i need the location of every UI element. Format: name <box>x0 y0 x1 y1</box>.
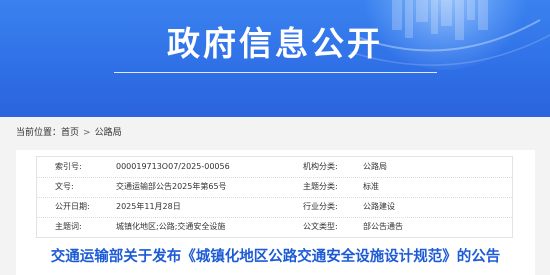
banner-divider <box>114 72 437 73</box>
index-label: 索引号: <box>55 162 82 171</box>
doc-type-label: 公文类型: <box>303 222 338 231</box>
doc-number-label: 文号: <box>55 182 74 191</box>
doc-number-value: 交通运输部公告2025年第65号 <box>116 182 227 191</box>
info-row-publish-date: 公开日期: 2025年11月28日 行业分类: 公路建设 <box>37 197 512 218</box>
industry-label: 行业分类: <box>303 202 338 211</box>
info-row-index: 索引号: 000019713O07/2025-00056 机构分类: 公路局 <box>37 157 512 178</box>
industry-value: 公路建设 <box>363 202 395 211</box>
document-info-table: 索引号: 000019713O07/2025-00056 机构分类: 公路局 文… <box>36 156 513 238</box>
publish-date-value: 2025年11月28日 <box>116 202 181 211</box>
header-banner: 政府信息公开 <box>0 0 550 117</box>
topic-value: 标准 <box>363 182 379 191</box>
agency-value: 公路局 <box>363 162 387 171</box>
content-card: 索引号: 000019713O07/2025-00056 机构分类: 公路局 文… <box>16 150 535 275</box>
topic-label: 主题分类: <box>303 182 338 191</box>
info-row-document-number: 文号: 交通运输部公告2025年第65号 主题分类: 标准 <box>37 177 512 198</box>
breadcrumb-highway-bureau-link[interactable]: 公路局 <box>95 128 122 138</box>
publish-date-label: 公开日期: <box>55 202 90 211</box>
banner-title: 政府信息公开 <box>167 24 383 63</box>
article-title: 交通运输部关于发布《城镇化地区公路交通安全设施设计规范》的公告 <box>50 249 501 265</box>
breadcrumb: 当前位置：首页 > 公路局 <box>16 125 122 141</box>
breadcrumb-label: 当前位置： <box>16 128 62 138</box>
info-row-keywords: 主题词: 城镇化地区;公路;交通安全设施 公文类型: 部公告通告 <box>37 217 512 237</box>
breadcrumb-separator: > <box>83 128 91 138</box>
keywords-value: 城镇化地区;公路;交通安全设施 <box>116 222 226 231</box>
doc-type-value: 部公告通告 <box>363 222 403 231</box>
index-value: 000019713O07/2025-00056 <box>116 162 230 171</box>
breadcrumb-home-link[interactable]: 首页 <box>61 128 79 138</box>
keywords-label: 主题词: <box>55 222 82 231</box>
agency-label: 机构分类: <box>303 162 338 171</box>
